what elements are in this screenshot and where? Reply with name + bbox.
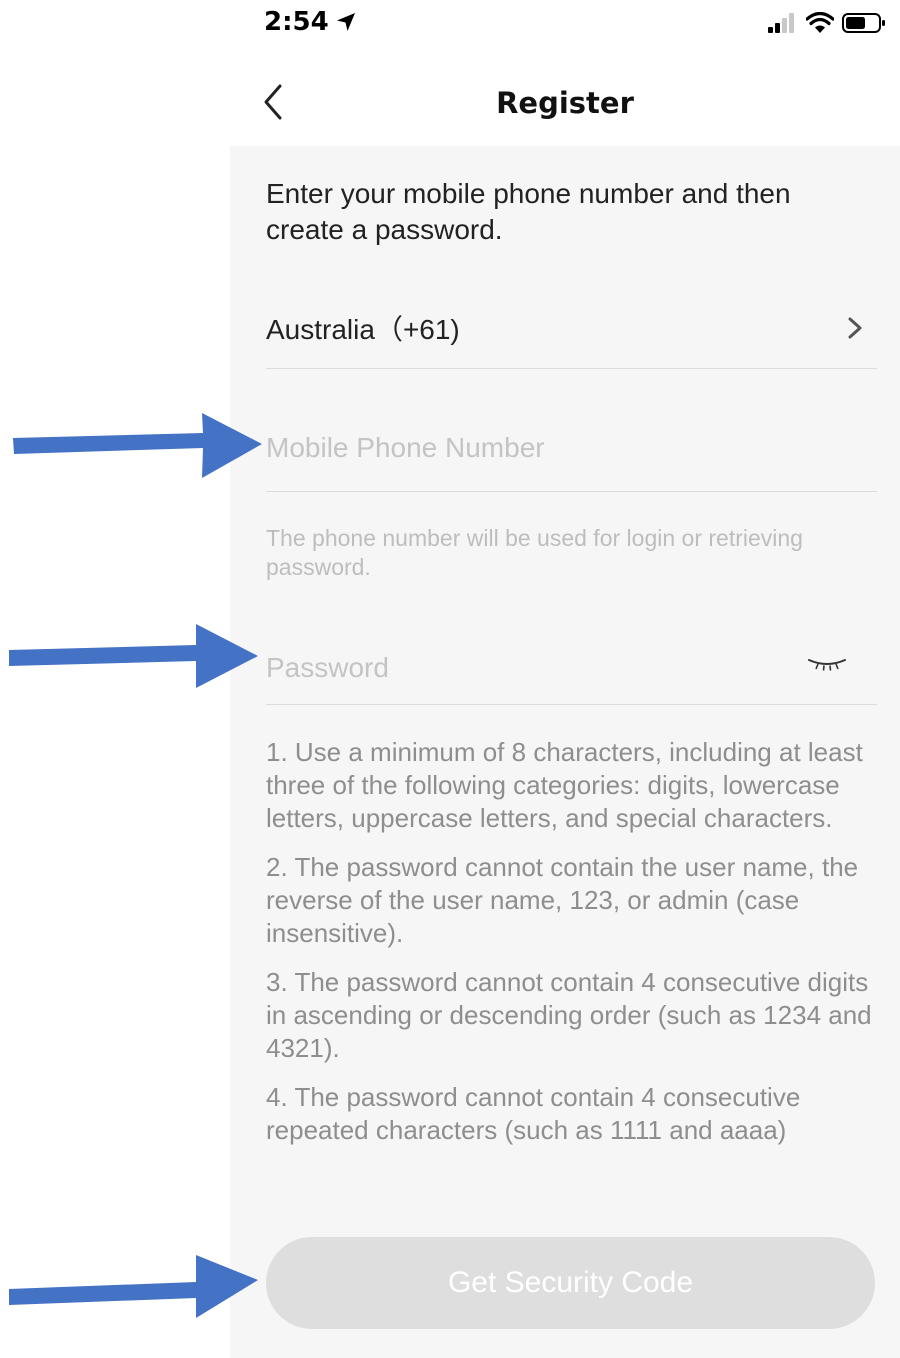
password-input[interactable] [266, 650, 766, 686]
country-selector[interactable]: Australia（+61) [266, 276, 877, 369]
get-security-code-button[interactable]: Get Security Code [266, 1237, 875, 1329]
password-visibility-toggle[interactable] [807, 654, 847, 674]
password-rule: 3. The password cannot contain 4 consecu… [266, 967, 872, 1063]
phone-number-input[interactable] [266, 430, 826, 466]
page-title: Register [496, 86, 634, 120]
password-field [266, 598, 877, 705]
country-label: Australia（+61) [266, 314, 460, 345]
password-rule: 1. Use a minimum of 8 characters, includ… [266, 737, 863, 833]
wifi-icon [806, 12, 834, 33]
password-rule: 2. The password cannot contain the user … [266, 852, 859, 948]
password-rules: 1. Use a minimum of 8 characters, includ… [266, 736, 876, 1163]
register-form: Enter your mobile phone number and then … [230, 146, 900, 1358]
chevron-right-icon [848, 317, 862, 339]
cellular-signal-icon [768, 13, 794, 33]
intro-text: Enter your mobile phone number and then … [266, 178, 791, 245]
location-arrow-icon [336, 13, 355, 31]
phone-hint: The phone number will be used for login … [266, 525, 803, 580]
eye-closed-icon [808, 659, 846, 671]
arrow-icon [9, 624, 258, 688]
password-rule: 4. The password cannot contain 4 consecu… [266, 1082, 801, 1145]
status-bar: 2:54 [230, 0, 900, 50]
status-time: 2:54 [264, 7, 357, 37]
nav-bar: Register [230, 50, 900, 146]
clock-text: 2:54 [264, 7, 329, 37]
arrow-icon [13, 413, 262, 478]
status-icons [768, 12, 886, 34]
arrow-icon [9, 1255, 258, 1318]
battery-icon [842, 13, 885, 33]
phone-field [266, 368, 877, 492]
